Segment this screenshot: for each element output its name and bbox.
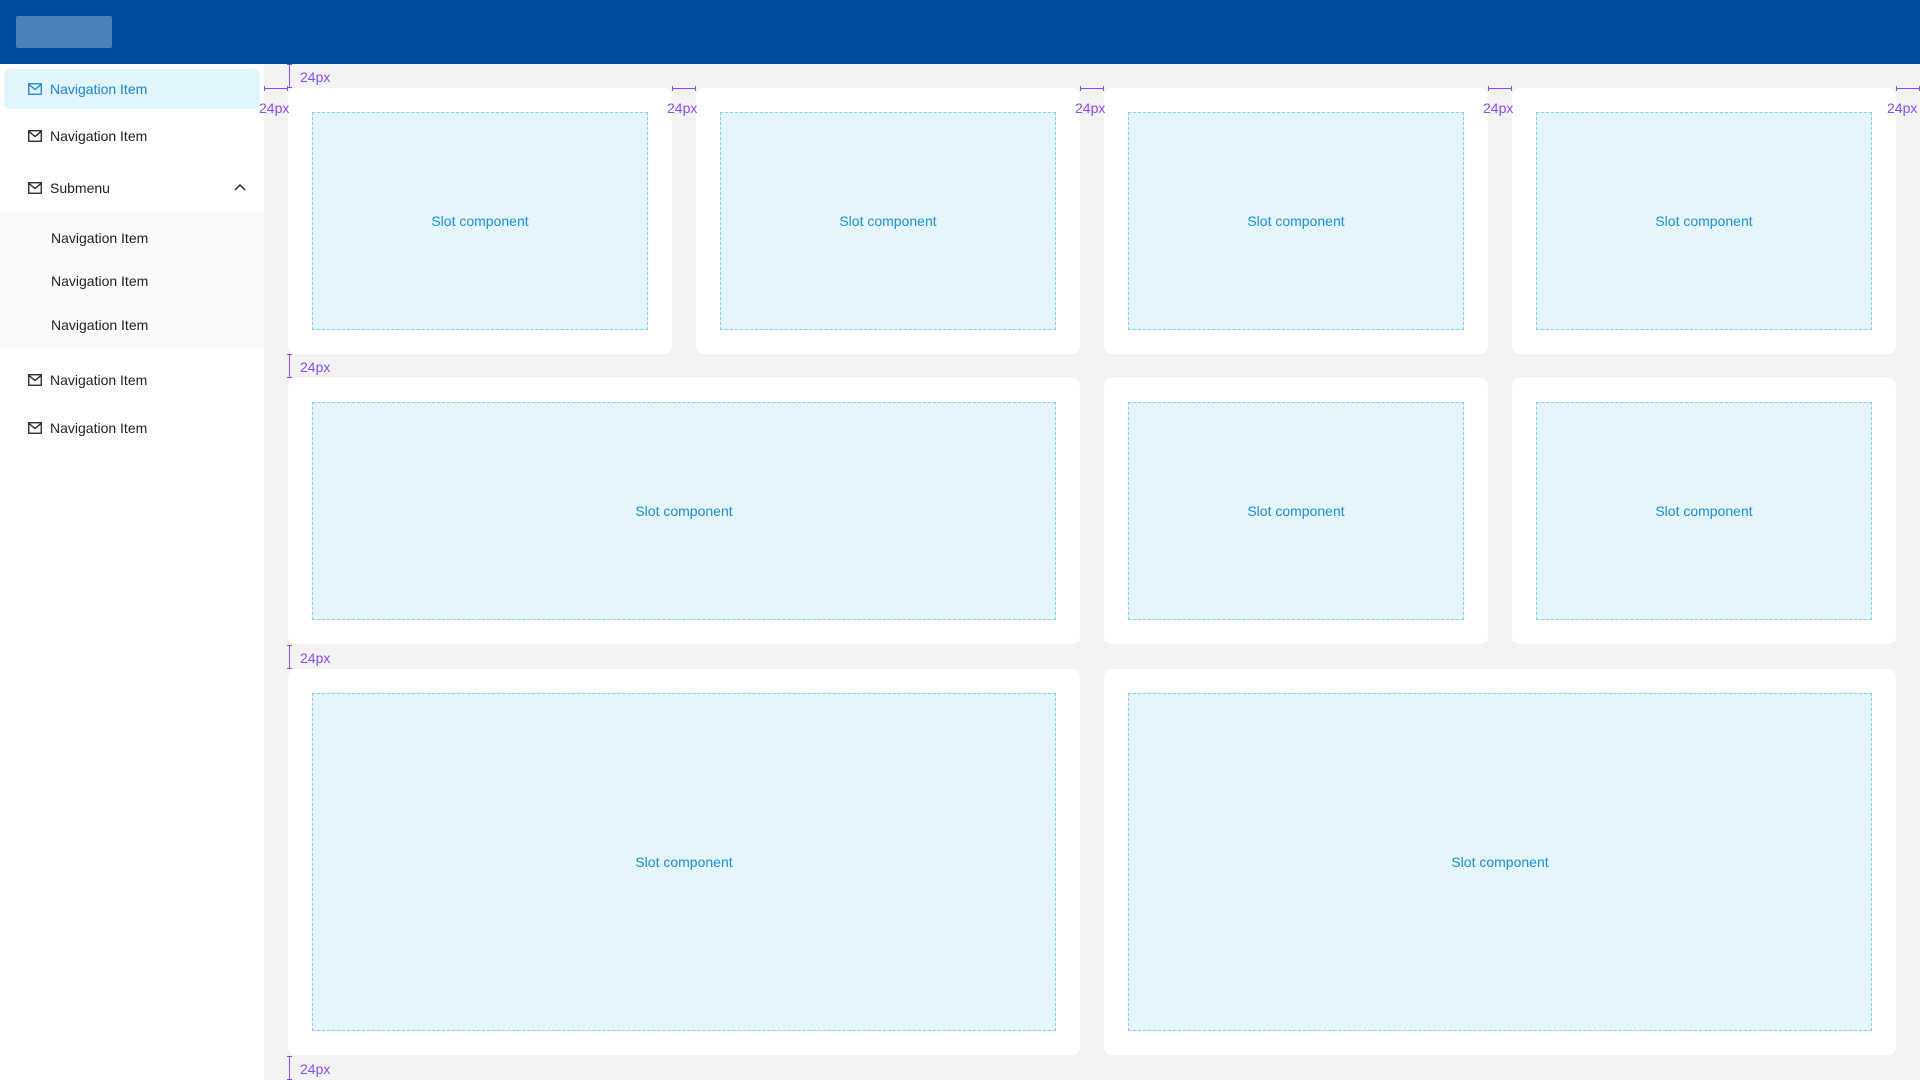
horizontal-spacing-marker [1488,86,1512,94]
sidebar-item-label: Navigation Item [50,81,148,97]
spacing-label: 24px [300,650,331,666]
spacing-label: 24px [300,1061,331,1077]
submenu-item-2[interactable]: Navigation Item [4,263,260,299]
mail-icon [28,83,42,95]
horizontal-spacing-marker [672,86,696,94]
slot-component[interactable]: Slot component [1128,693,1872,1031]
spacing-label: 24px [667,100,698,116]
logo[interactable] [16,16,112,48]
chevron-up-icon [234,184,246,191]
content-card: Slot component [288,88,672,354]
sidebar-item-label: Navigation Item [50,420,148,436]
submenu-item-label: Navigation Item [51,273,149,289]
submenu-item-label: Navigation Item [51,317,149,333]
slot-component[interactable]: Slot component [1536,112,1872,330]
content-card: Slot component [1104,88,1488,354]
horizontal-spacing-marker [1080,86,1104,94]
sidebar-item-label: Navigation Item [50,128,148,144]
sidebar-item-4[interactable]: Navigation Item [4,408,260,448]
submenu-toggle[interactable]: Submenu [4,168,260,208]
slot-component[interactable]: Slot component [312,402,1056,620]
content-card: Slot component [696,88,1080,354]
content-card: Slot component [288,669,1080,1055]
submenu-item-label: Navigation Item [51,230,149,246]
vertical-spacing-marker [287,1056,297,1080]
slot-component[interactable]: Slot component [1128,402,1464,620]
horizontal-spacing-marker [1896,86,1920,94]
submenu-children: Navigation Item Navigation Item Navigati… [0,212,264,348]
spacing-label: 24px [259,100,290,116]
slot-component[interactable]: Slot component [720,112,1056,330]
spacing-label: 24px [300,69,331,85]
content-card: Slot component [1512,88,1896,354]
slot-component[interactable]: Slot component [312,112,648,330]
content-card: Slot component [288,378,1080,644]
slot-component[interactable]: Slot component [1128,112,1464,330]
mail-icon [28,374,42,386]
sidebar-item-1[interactable]: Navigation Item [4,69,260,109]
spacing-label: 24px [300,359,331,375]
mail-icon [28,182,42,194]
submenu-label: Submenu [50,180,110,196]
content-card: Slot component [1512,378,1896,644]
spacing-label: 24px [1075,100,1106,116]
content-card: Slot component [1104,378,1488,644]
sidebar-item-3[interactable]: Navigation Item [4,360,260,400]
sidebar-item-2[interactable]: Navigation Item [4,116,260,156]
sidebar-item-label: Navigation Item [50,372,148,388]
slot-component[interactable]: Slot component [1536,402,1872,620]
vertical-spacing-marker [287,354,297,378]
submenu-item-1[interactable]: Navigation Item [4,220,260,256]
mail-icon [28,422,42,434]
spacing-label: 24px [1483,100,1514,116]
vertical-spacing-marker [287,64,297,88]
horizontal-spacing-marker [264,86,288,94]
sidebar: Navigation Item Navigation Item Submenu … [0,64,264,1080]
slot-component[interactable]: Slot component [312,693,1056,1031]
top-header [0,0,1920,64]
mail-icon [28,130,42,142]
spacing-label: 24px [1887,100,1918,116]
submenu-item-3[interactable]: Navigation Item [4,307,260,343]
content-card: Slot component [1104,669,1896,1055]
vertical-spacing-marker [287,645,297,669]
